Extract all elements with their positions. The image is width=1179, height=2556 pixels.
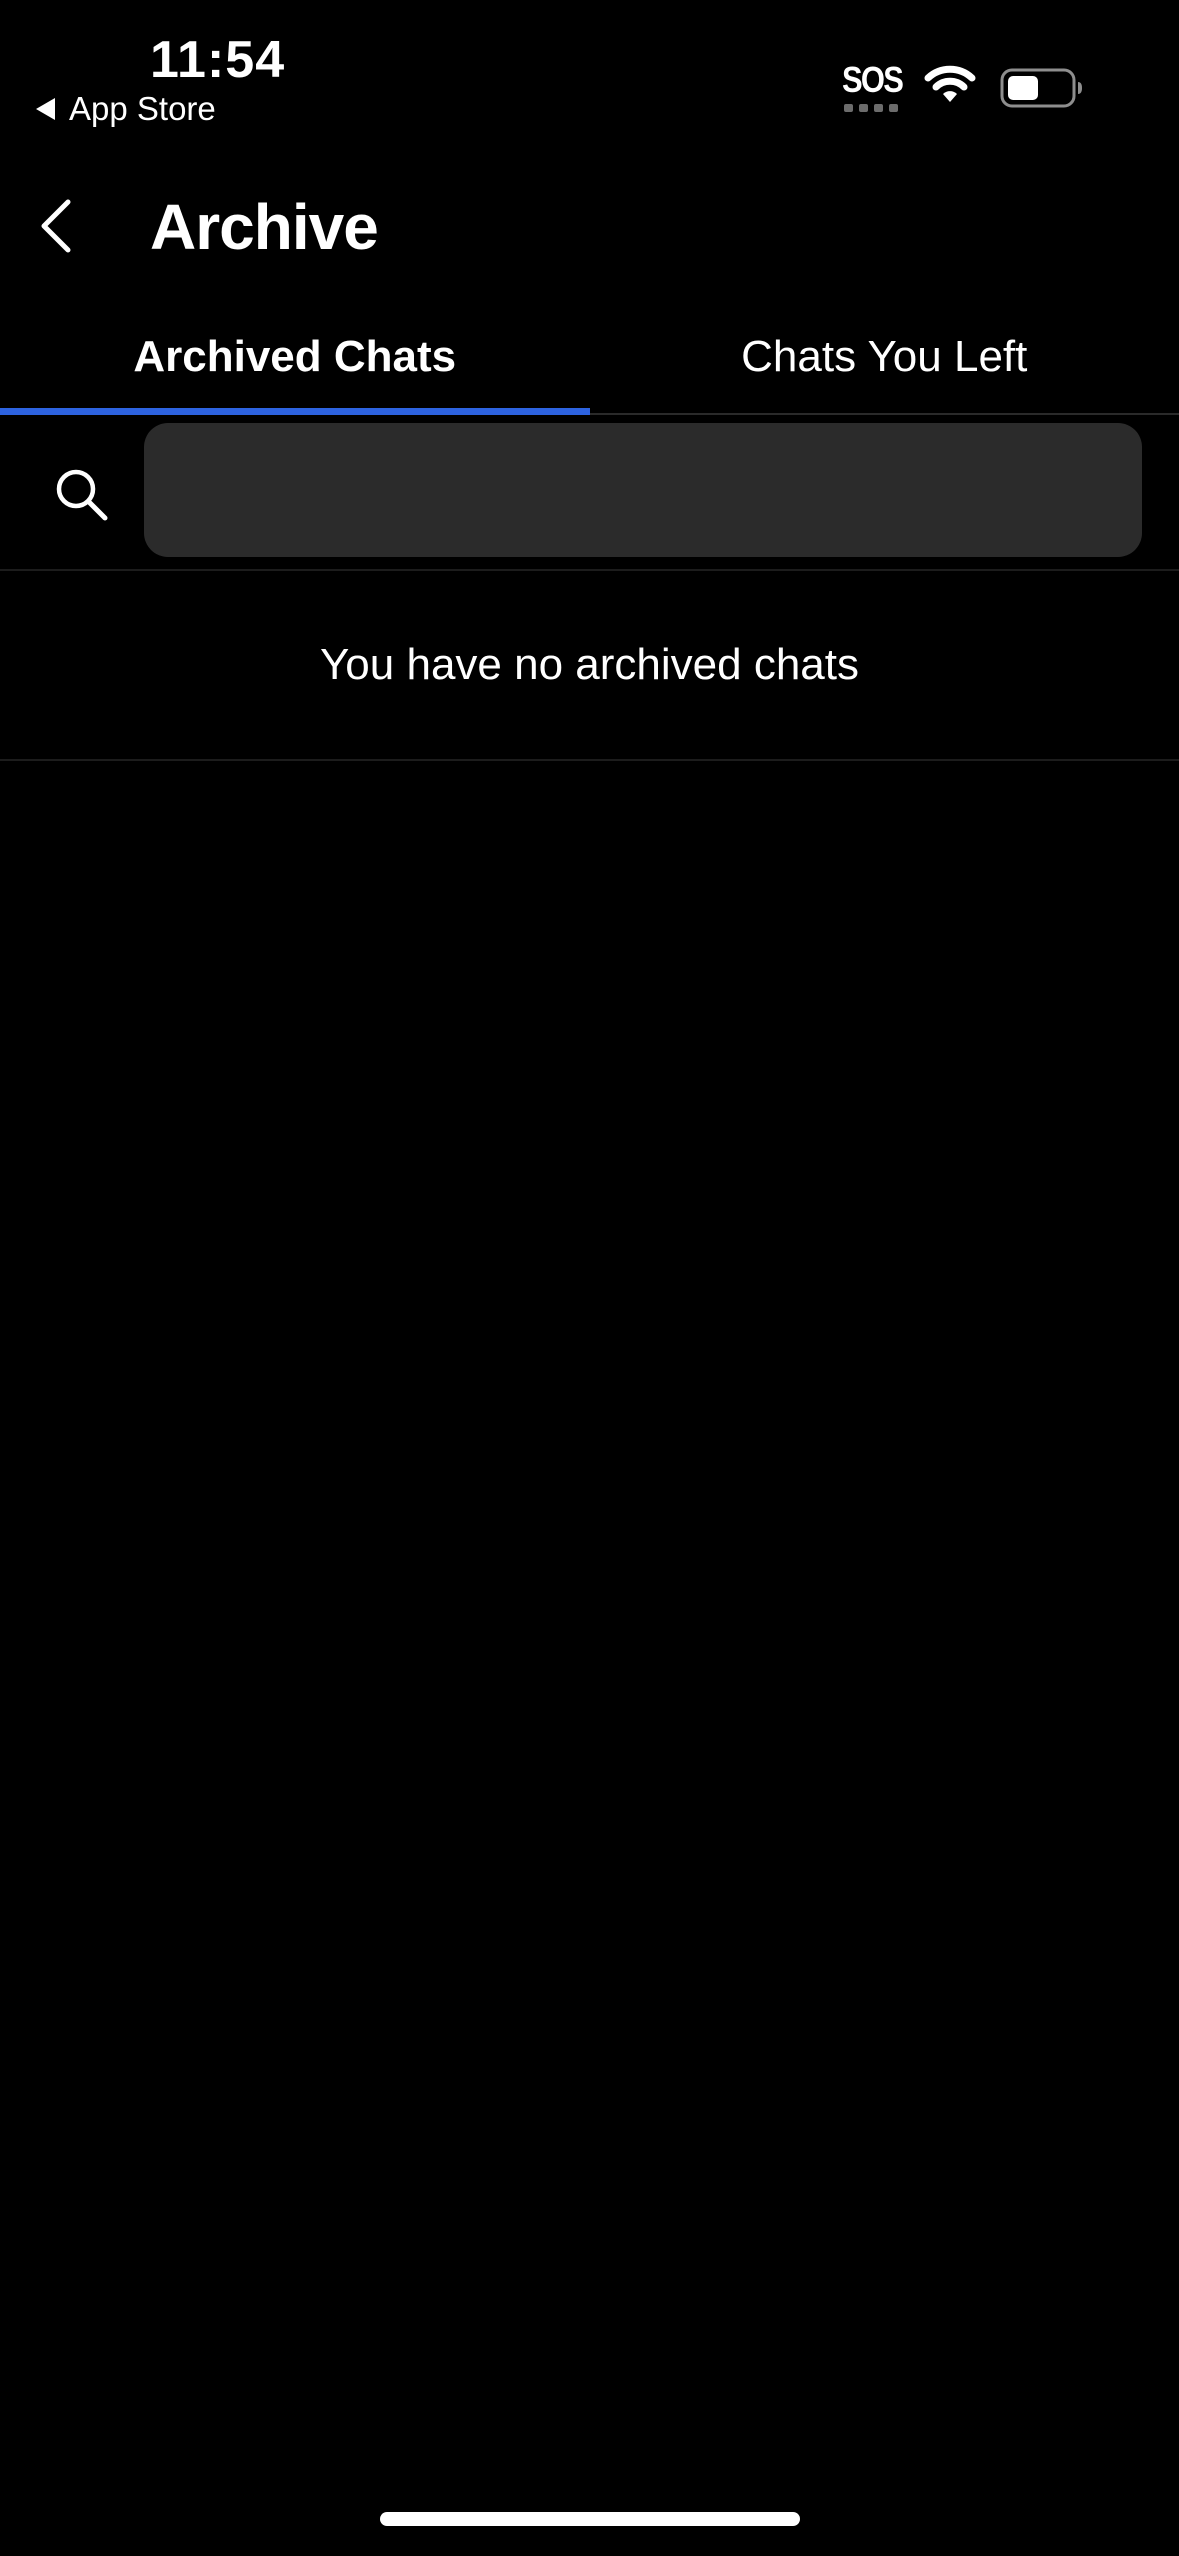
back-to-app-link[interactable]: App Store [36, 90, 216, 128]
sos-indicator: SOS [842, 62, 906, 114]
back-button[interactable] [30, 190, 90, 260]
empty-state-message: You have no archived chats [0, 571, 1179, 761]
sos-label: SOS [842, 59, 904, 100]
tab-label: Archived Chats [133, 331, 457, 381]
tab-bar: Archived Chats Chats You Left [0, 300, 1179, 415]
header: Archive [0, 160, 1179, 290]
tab-archived-chats[interactable]: Archived Chats [0, 300, 590, 415]
home-indicator[interactable] [380, 2512, 800, 2526]
chevron-left-icon [41, 199, 71, 253]
status-time: 11:54 [150, 31, 286, 89]
page-title: Archive [150, 191, 379, 263]
signal-dots [844, 104, 906, 112]
tab-label: Chats You Left [741, 331, 1028, 381]
empty-state-text: You have no archived chats [320, 640, 859, 689]
status-bar: 11:54 App Store SOS [0, 0, 1179, 140]
back-to-app-label: App Store [69, 90, 216, 127]
search-icon[interactable] [52, 465, 112, 530]
active-tab-indicator [0, 408, 590, 415]
battery-icon [1000, 68, 1084, 113]
wifi-icon [924, 64, 976, 109]
back-triangle-icon [36, 98, 55, 120]
tab-chats-you-left[interactable]: Chats You Left [590, 300, 1179, 413]
search-input[interactable] [144, 423, 1142, 557]
search-bar [0, 415, 1179, 571]
